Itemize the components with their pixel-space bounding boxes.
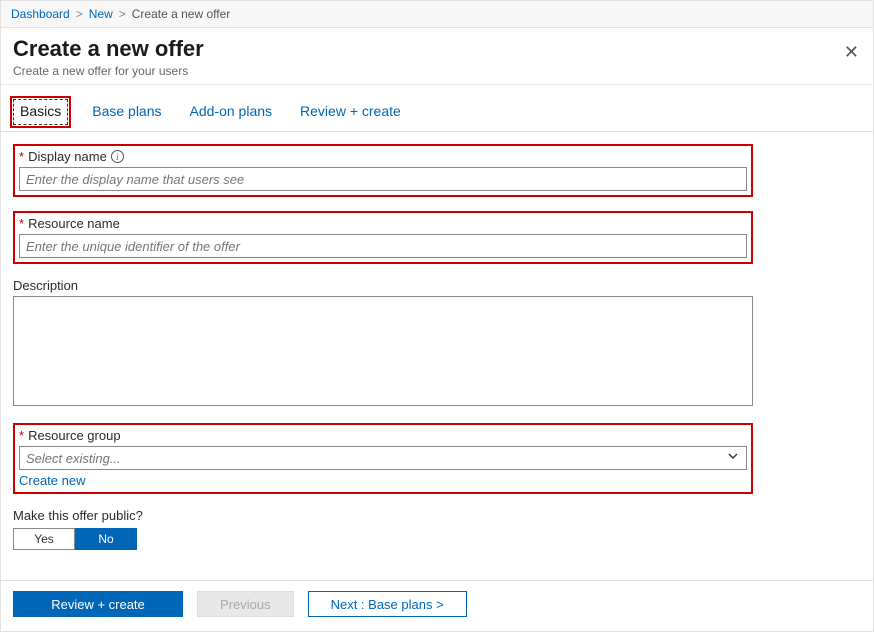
create-new-link[interactable]: Create new — [19, 473, 85, 488]
breadcrumb-link-new[interactable]: New — [89, 7, 113, 21]
breadcrumb: Dashboard > New > Create a new offer — [1, 1, 873, 28]
label-text: Resource group — [28, 428, 121, 443]
label-text: Description — [13, 278, 78, 293]
required-indicator: * — [19, 428, 24, 443]
tab-addon-plans[interactable]: Add-on plans — [186, 99, 277, 125]
toggle-yes[interactable]: Yes — [13, 528, 75, 550]
field-group-resource-group: * Resource group Create new — [13, 423, 753, 494]
label-text: Display name — [28, 149, 107, 164]
tab-base-plans[interactable]: Base plans — [88, 99, 165, 125]
label-resource-name: * Resource name — [19, 216, 747, 231]
required-indicator: * — [19, 216, 24, 231]
tab-basics[interactable]: Basics — [13, 99, 68, 125]
description-input[interactable] — [13, 296, 753, 406]
breadcrumb-current: Create a new offer — [132, 7, 231, 21]
field-group-public: Make this offer public? Yes No — [13, 508, 861, 550]
page-header: Create a new offer Create a new offer fo… — [1, 28, 873, 85]
review-create-button[interactable]: Review + create — [13, 591, 183, 617]
close-button[interactable]: ✕ — [844, 42, 859, 63]
tab-review-create[interactable]: Review + create — [296, 99, 405, 125]
label-text: Make this offer public? — [13, 508, 143, 523]
next-button[interactable]: Next : Base plans > — [308, 591, 467, 617]
breadcrumb-link-dashboard[interactable]: Dashboard — [11, 7, 70, 21]
toggle-no[interactable]: No — [75, 528, 137, 550]
display-name-input[interactable] — [19, 167, 747, 191]
label-description: Description — [13, 278, 753, 293]
field-group-description: Description — [13, 278, 753, 409]
previous-button: Previous — [197, 591, 294, 617]
chevron-right-icon: > — [119, 7, 126, 21]
tab-bar: Basics Base plans Add-on plans Review + … — [1, 85, 873, 132]
label-display-name: * Display name i — [19, 149, 747, 164]
label-public: Make this offer public? — [13, 508, 861, 523]
required-indicator: * — [19, 149, 24, 164]
page-subtitle: Create a new offer for your users — [13, 64, 861, 78]
info-icon[interactable]: i — [111, 150, 124, 163]
footer-bar: Review + create Previous Next : Base pla… — [1, 580, 873, 631]
close-icon: ✕ — [844, 42, 859, 62]
field-group-resource-name: * Resource name — [13, 211, 753, 264]
resource-name-input[interactable] — [19, 234, 747, 258]
resource-group-select[interactable] — [19, 446, 747, 470]
field-group-display-name: * Display name i — [13, 144, 753, 197]
page-title: Create a new offer — [13, 36, 861, 62]
form-body: * Display name i * Resource name Descrip… — [1, 132, 873, 566]
label-text: Resource name — [28, 216, 120, 231]
label-resource-group: * Resource group — [19, 428, 747, 443]
chevron-right-icon: > — [76, 7, 83, 21]
